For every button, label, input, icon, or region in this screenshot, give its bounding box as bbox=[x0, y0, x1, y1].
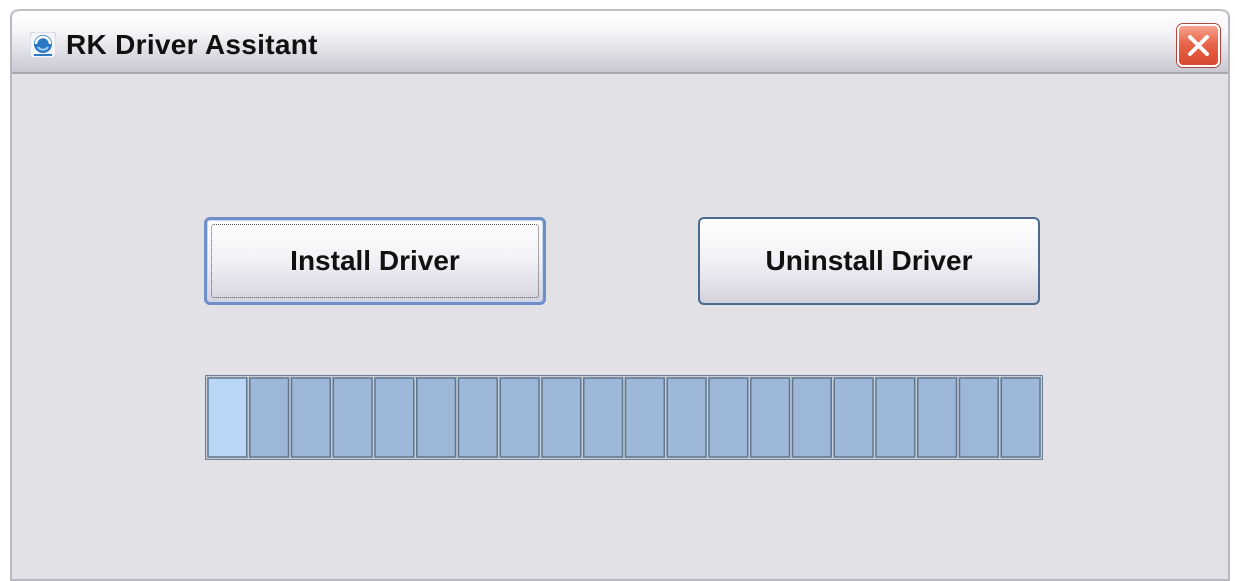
progress-segments bbox=[207, 377, 1041, 458]
progress-segment bbox=[416, 377, 457, 458]
progress-segment bbox=[917, 377, 958, 458]
title-bar[interactable]: RK Driver Assitant bbox=[12, 9, 1228, 72]
progress-segment bbox=[457, 377, 498, 458]
progress-segment bbox=[833, 377, 874, 458]
progress-segment bbox=[541, 377, 582, 458]
close-button[interactable] bbox=[1177, 24, 1220, 67]
progress-segment bbox=[958, 377, 999, 458]
app-logo-icon bbox=[30, 32, 56, 58]
client-area: Install Driver Uninstall Driver bbox=[12, 74, 1228, 579]
close-icon bbox=[1188, 35, 1209, 56]
progress-segment bbox=[875, 377, 916, 458]
progress-segment bbox=[708, 377, 749, 458]
window-title: RK Driver Assitant bbox=[66, 29, 318, 60]
progress-segment bbox=[1000, 377, 1041, 458]
progress-segment bbox=[750, 377, 791, 458]
progress-segment bbox=[583, 377, 624, 458]
progress-segment bbox=[332, 377, 373, 458]
progress-segment bbox=[624, 377, 665, 458]
app-window: RK Driver Assitant Install Driver Uninst… bbox=[10, 9, 1230, 581]
uninstall-driver-button[interactable]: Uninstall Driver bbox=[698, 217, 1040, 305]
progress-segment bbox=[374, 377, 415, 458]
progress-segment bbox=[249, 377, 290, 458]
progress-segment-active bbox=[207, 377, 248, 458]
uninstall-driver-label: Uninstall Driver bbox=[765, 245, 973, 276]
progress-segment bbox=[791, 377, 832, 458]
progress-segment bbox=[666, 377, 707, 458]
install-driver-label: Install Driver bbox=[290, 245, 460, 276]
progress-segment bbox=[290, 377, 331, 458]
install-driver-button[interactable]: Install Driver bbox=[204, 217, 546, 305]
progress-segment bbox=[499, 377, 540, 458]
progress-bar bbox=[205, 375, 1043, 460]
